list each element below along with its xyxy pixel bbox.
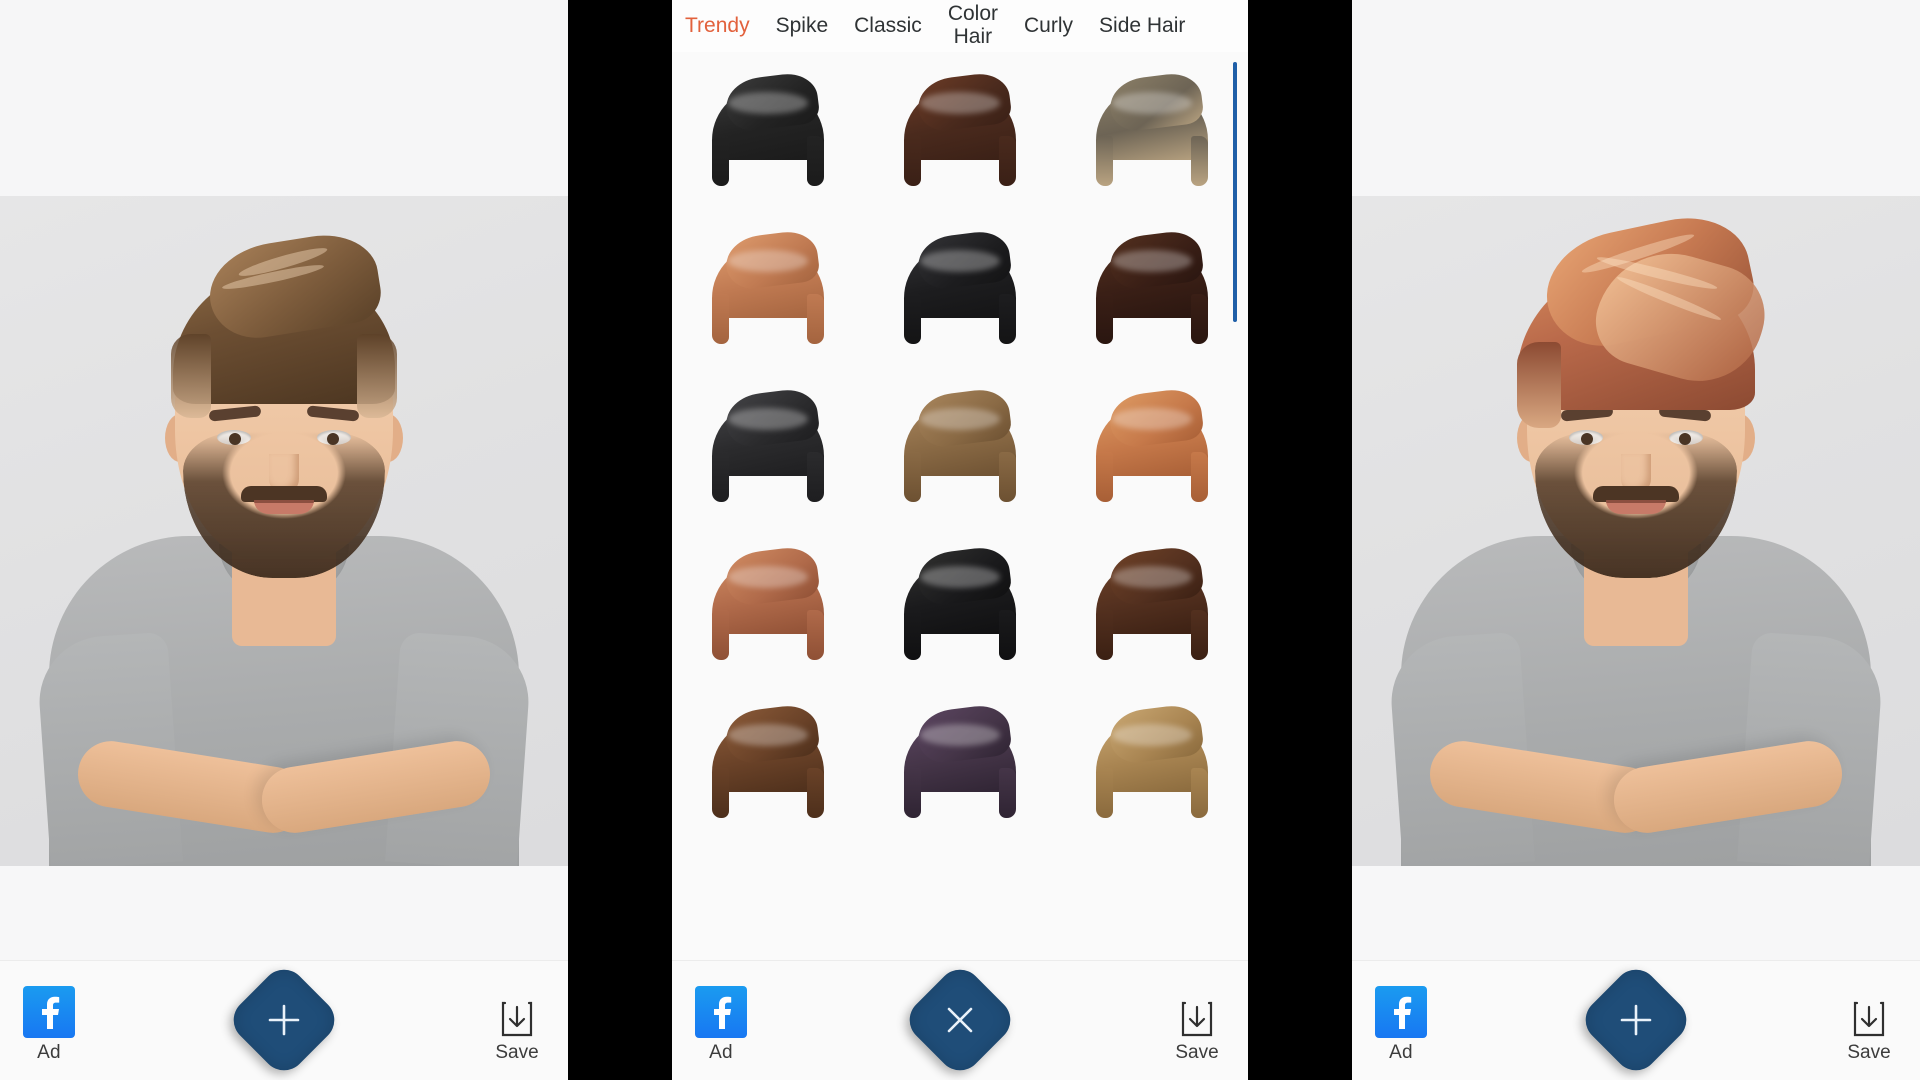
panel-before-photo: Ad Save (0, 0, 568, 1080)
add-photo-button[interactable] (1576, 960, 1696, 1080)
hairstyle-thumbnail (708, 228, 828, 344)
hairstyle-item-ginger-curly-top[interactable] (1056, 368, 1248, 526)
panel-hairstyle-picker: Trendy Spike Classic Color Hair Curly Si… (672, 0, 1248, 1080)
hairstyle-item-black-wavy-pompadour[interactable] (864, 210, 1056, 368)
facebook-ad-button[interactable]: Ad (1370, 986, 1432, 1064)
hair-applied-auburn (1503, 205, 1777, 428)
save-button[interactable]: Save (480, 1001, 554, 1064)
download-tray-icon (1853, 1001, 1885, 1037)
hairstyle-item-violet-black-pompadour[interactable] (864, 684, 1056, 842)
add-photo-button[interactable] (224, 960, 344, 1080)
hairstyle-thumbnail (1092, 544, 1212, 660)
photo-top-band (1352, 0, 1920, 196)
hairstyle-thumbnail (1092, 386, 1212, 502)
hairstyle-thumbnail (708, 702, 828, 818)
plus-icon (1594, 978, 1678, 1062)
hairstyle-grid (672, 52, 1248, 842)
panel-after-photo: Ad Save (1352, 0, 1920, 1080)
scrollbar-track (1231, 62, 1239, 944)
ad-label: Ad (1389, 1042, 1413, 1063)
hairstyle-thumbnail (1092, 70, 1212, 186)
photo-top-band (0, 0, 568, 196)
save-label: Save (495, 1042, 539, 1063)
facebook-icon (1375, 986, 1427, 1038)
head-before (165, 227, 403, 578)
download-tray-icon (501, 1001, 533, 1037)
portrait-before (24, 196, 544, 866)
facebook-icon (695, 986, 747, 1038)
category-tab-bar: Trendy Spike Classic Color Hair Curly Si… (672, 0, 1248, 52)
photo-canvas-after[interactable] (1352, 196, 1920, 866)
picker-screen: Trendy Spike Classic Color Hair Curly Si… (672, 0, 1248, 1080)
save-label: Save (1847, 1042, 1891, 1063)
hairstyle-item-golden-blonde-quiff[interactable] (1056, 684, 1248, 842)
action-bar-picker: Ad Save (672, 960, 1248, 1080)
facebook-ad-button[interactable]: Ad (690, 986, 752, 1064)
hairstyle-item-charcoal-side-part[interactable] (672, 368, 864, 526)
photo-canvas-before[interactable] (0, 196, 568, 866)
facebook-ad-button[interactable]: Ad (18, 986, 80, 1064)
hairstyle-grid-container[interactable] (672, 52, 1248, 960)
hairstyle-thumbnail (708, 386, 828, 502)
tab-side-hair[interactable]: Side Hair (1086, 14, 1198, 38)
close-x-icon (918, 978, 1002, 1062)
hair-natural-brown (151, 227, 417, 420)
hairstyle-item-auburn-layered-swoop[interactable] (672, 526, 864, 684)
hairstyle-thumbnail (708, 70, 828, 186)
hairstyle-item-dark-brown-messy-quiff[interactable] (864, 52, 1056, 210)
hairstyle-thumbnail (900, 544, 1020, 660)
save-button[interactable]: Save (1832, 1001, 1906, 1064)
hairstyle-thumbnail (900, 702, 1020, 818)
hairstyle-item-light-brown-comb-over[interactable] (864, 368, 1056, 526)
hairstyle-item-espresso-slick-back[interactable] (1056, 210, 1248, 368)
photo-screen-before (0, 0, 568, 1080)
hairstyle-item-copper-swept-quiff[interactable] (672, 210, 864, 368)
hairstyle-item-black-spiky-textured[interactable] (864, 526, 1056, 684)
close-picker-button[interactable] (900, 960, 1020, 1080)
save-label: Save (1175, 1042, 1219, 1063)
photo-screen-after (1352, 0, 1920, 1080)
tab-classic[interactable]: Classic (841, 14, 935, 38)
tab-spike[interactable]: Spike (763, 14, 842, 38)
hairstyle-thumbnail (708, 544, 828, 660)
hairstyle-thumbnail (900, 228, 1020, 344)
save-button[interactable]: Save (1160, 1001, 1234, 1064)
screenshot-stage: Ad Save Trendy Spike Classic Color Hair … (0, 0, 1920, 1080)
hairstyle-item-mahogany-curly-fringe[interactable] (1056, 526, 1248, 684)
hairstyle-thumbnail (900, 386, 1020, 502)
action-bar-before: Ad Save (0, 960, 568, 1080)
hairstyle-thumbnail (1092, 702, 1212, 818)
action-bar-after: Ad Save (1352, 960, 1920, 1080)
tab-color-hair[interactable]: Color Hair (935, 2, 1011, 48)
portrait-after (1376, 196, 1896, 866)
hairstyle-item-ash-blonde-fade-comb[interactable] (1056, 52, 1248, 210)
hairstyle-thumbnail (1092, 228, 1212, 344)
download-tray-icon (1181, 1001, 1213, 1037)
vertical-scrollbar[interactable] (1233, 62, 1237, 322)
mouth (1606, 500, 1666, 514)
ad-label: Ad (37, 1042, 61, 1063)
plus-icon (242, 978, 326, 1062)
hairstyle-thumbnail (900, 70, 1020, 186)
hairstyle-item-warm-brown-wavy-quiff[interactable] (672, 684, 864, 842)
facebook-icon (23, 986, 75, 1038)
tab-curly[interactable]: Curly (1011, 14, 1086, 38)
mouth (254, 500, 314, 514)
hairstyle-item-black-textured-crop[interactable] (672, 52, 864, 210)
ad-label: Ad (709, 1042, 733, 1063)
head-after (1517, 205, 1777, 578)
tab-trendy[interactable]: Trendy (672, 14, 763, 38)
